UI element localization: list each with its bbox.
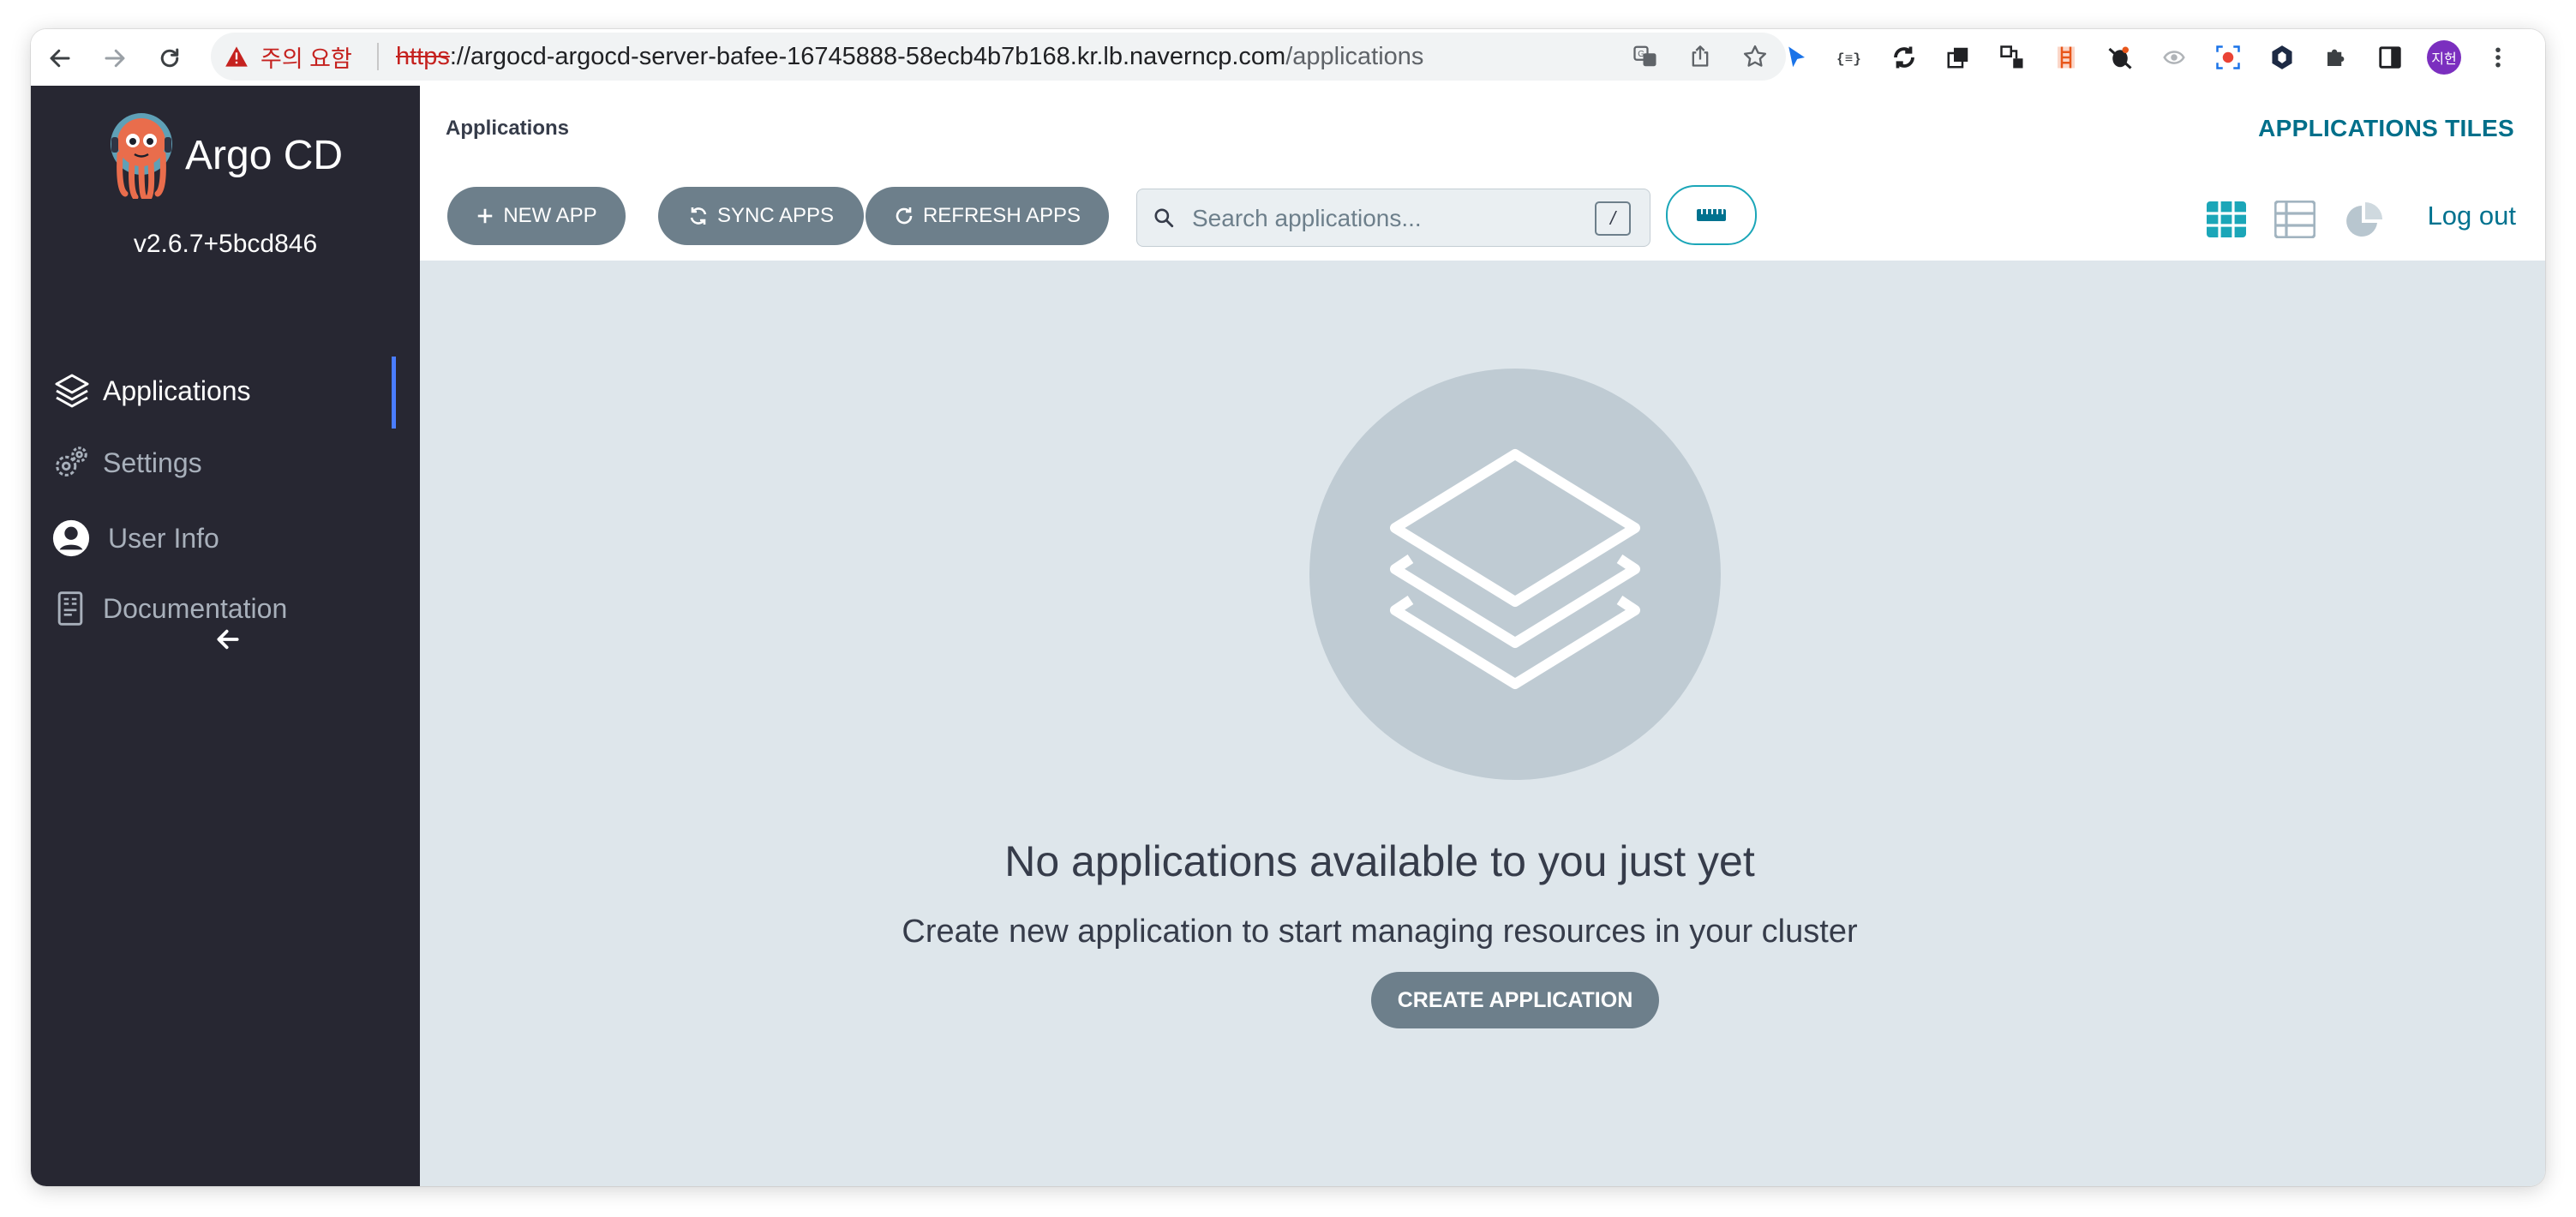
user-circle-icon xyxy=(51,519,103,558)
layers-icon xyxy=(1390,449,1640,689)
plus-icon xyxy=(478,208,493,224)
url-text[interactable]: https://argocd-argocd-server-bafee-16745… xyxy=(396,33,1423,81)
breadcrumb[interactable]: Applications xyxy=(446,117,569,141)
sync-extension-icon[interactable] xyxy=(1887,40,1921,75)
layout-extension-icon[interactable] xyxy=(1995,40,2029,75)
layers-icon xyxy=(51,370,103,411)
filter-bars-icon xyxy=(1697,209,1726,221)
sync-icon xyxy=(690,207,707,225)
json-extension-icon[interactable]: {≡} xyxy=(1833,40,1867,75)
extensions-bar: {≡} 지헌 xyxy=(1779,40,2515,75)
hex-extension-icon[interactable] xyxy=(2265,40,2299,75)
record-extension-icon[interactable] xyxy=(2211,40,2245,75)
windows-extension-icon[interactable] xyxy=(1941,40,1975,75)
page-header: Applications APPLICATIONS TILES xyxy=(420,86,2545,177)
forward-icon[interactable] xyxy=(98,41,132,75)
puzzle-extension-icon[interactable] xyxy=(2319,40,2353,75)
profile-avatar[interactable]: 지헌 xyxy=(2427,40,2461,75)
sync-apps-button[interactable]: SYNC APPS xyxy=(658,187,864,245)
url-protocol: https xyxy=(396,42,450,70)
gears-icon xyxy=(51,443,103,483)
refresh-apps-button[interactable]: REFRESH APPS xyxy=(866,187,1109,245)
search-icon xyxy=(1153,207,1175,233)
collapse-sidebar-button[interactable] xyxy=(209,620,247,658)
address-bar[interactable]: 주의 요함 https://argocd-argocd-server-bafee… xyxy=(211,33,1786,81)
share-icon[interactable] xyxy=(1683,39,1717,74)
svg-text:{≡}: {≡} xyxy=(1836,51,1861,67)
translate-icon[interactable]: G xyxy=(1628,39,1662,74)
menu-kebab-icon[interactable] xyxy=(2481,40,2515,75)
sidebar-item-settings[interactable]: Settings xyxy=(51,429,420,497)
applications-toolbar: NEW APP SYNC APPS REFRESH APPS / xyxy=(420,175,2545,261)
tracker-extension-icon[interactable] xyxy=(2157,40,2191,75)
arrow-left-icon xyxy=(217,629,239,650)
search-shortcut-hint: / xyxy=(1595,201,1631,236)
cursor-extension-icon[interactable] xyxy=(1779,40,1813,75)
bug-extension-icon[interactable] xyxy=(2103,40,2137,75)
sidebar-item-label: User Info xyxy=(108,522,219,554)
create-application-button[interactable]: CREATE APPLICATION xyxy=(1371,972,1659,1028)
sidebar-item-label: Settings xyxy=(103,447,202,478)
browser-toolbar: 주의 요함 https://argocd-argocd-server-bafee… xyxy=(31,29,2545,87)
argo-octopus-logo xyxy=(111,113,172,199)
filter-toggle-button[interactable] xyxy=(1666,185,1757,245)
url-path: /applications xyxy=(1285,42,1424,70)
refresh-icon xyxy=(896,207,913,225)
back-icon[interactable] xyxy=(43,41,77,75)
book-icon xyxy=(51,589,103,628)
bookmark-star-icon[interactable] xyxy=(1738,39,1772,74)
page-title: APPLICATIONS TILES xyxy=(2258,115,2514,141)
warning-icon xyxy=(225,46,248,67)
logo-text: Argo CD xyxy=(185,132,344,178)
sidebar-item-user-info[interactable]: User Info xyxy=(51,504,420,573)
side-panel-icon[interactable] xyxy=(2373,40,2407,75)
svg-text:G: G xyxy=(1638,50,1644,59)
empty-state-illustration xyxy=(1309,369,1721,780)
new-app-button[interactable]: NEW APP xyxy=(447,187,626,245)
url-host: ://argocd-argocd-server-bafee-16745888-5… xyxy=(449,42,1286,70)
logout-link[interactable]: Log out xyxy=(2428,201,2516,231)
search-input[interactable] xyxy=(1190,189,1588,248)
sidebar: Argo CD v2.6.7+5bcd846 Applications Sett… xyxy=(31,86,420,1186)
sidebar-item-applications[interactable]: Applications xyxy=(51,357,420,429)
reload-icon[interactable] xyxy=(153,41,187,75)
version-label: v2.6.7+5bcd846 xyxy=(133,230,318,258)
browser-window: 주의 요함 https://argocd-argocd-server-bafee… xyxy=(31,29,2545,1186)
ladder-extension-icon[interactable] xyxy=(2049,40,2083,75)
logo[interactable]: Argo CD xyxy=(106,111,343,199)
search-box[interactable]: / xyxy=(1136,189,1650,248)
address-separator xyxy=(377,43,379,70)
empty-state-title: No applications available to you just ye… xyxy=(1004,837,1755,885)
sidebar-item-label: Applications xyxy=(103,375,251,406)
sidebar-item-label: Documentation xyxy=(103,592,288,624)
security-warning[interactable]: 주의 요함 xyxy=(225,33,352,81)
list-view-icon[interactable] xyxy=(2273,200,2316,246)
view-switcher xyxy=(2206,200,2384,246)
warning-label: 주의 요함 xyxy=(261,45,352,72)
empty-state-subtitle: Create new application to start managing… xyxy=(902,914,1858,950)
tiles-view-icon[interactable] xyxy=(2206,201,2247,246)
main-content: Applications APPLICATIONS TILES NEW APP … xyxy=(420,86,2545,1186)
summary-pie-icon[interactable] xyxy=(2343,201,2384,246)
